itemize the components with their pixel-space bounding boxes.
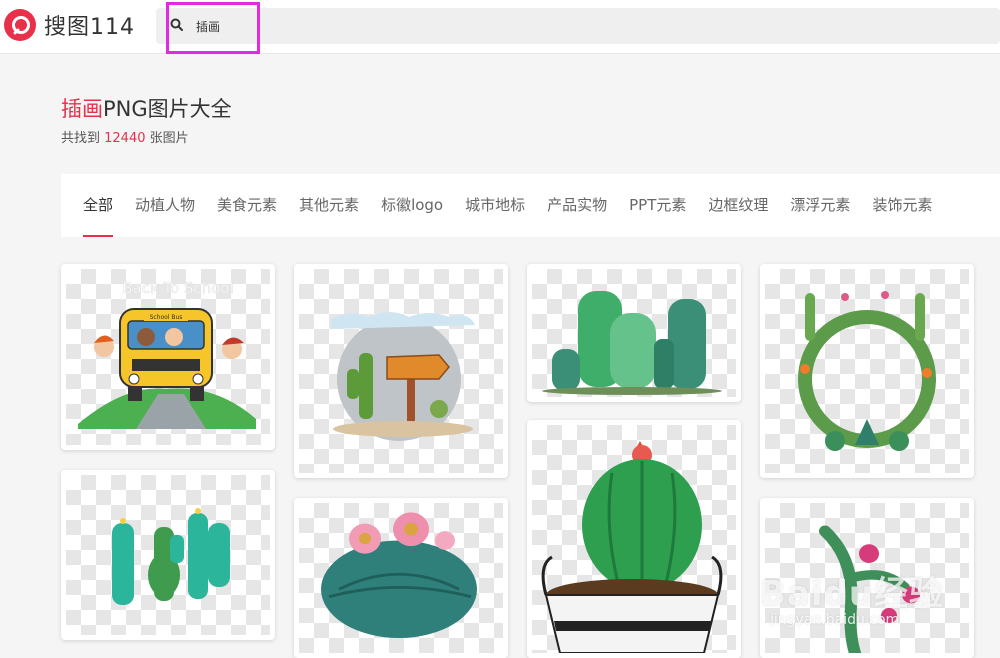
- baidu-watermark: Baidu经验: [760, 574, 945, 614]
- image-potted-cactus: [532, 425, 736, 653]
- image-card-cactus-wreath[interactable]: [760, 264, 974, 478]
- tab-all[interactable]: 全部: [83, 174, 114, 237]
- search-icon[interactable]: [170, 18, 183, 31]
- tab-ppt[interactable]: PPT元素: [629, 174, 686, 237]
- image-card-cactus-trio[interactable]: [61, 470, 275, 640]
- search-bar[interactable]: [156, 8, 1000, 44]
- result-count: 共找到 12440 张图片: [61, 127, 189, 146]
- image-card-school-bus[interactable]: Back To School School Bus: [61, 264, 275, 450]
- page-title: 插画PNG图片大全: [61, 93, 232, 123]
- title-keyword: 插画: [61, 97, 103, 121]
- image-card-flowering-barrel-cactus[interactable]: [294, 498, 508, 658]
- tab-landmarks[interactable]: 城市地标: [465, 174, 525, 237]
- category-tabs: 全部 动植人物 美食元素 其他元素 标徽logo 城市地标 产品实物 PPT元素…: [61, 174, 1000, 237]
- image-card-cactus-signpost[interactable]: [294, 264, 508, 478]
- tab-logo[interactable]: 标徽logo: [381, 174, 443, 237]
- count-suffix: 张图片: [145, 131, 189, 146]
- top-bar: 搜图114: [0, 0, 1000, 54]
- tab-plants-people[interactable]: 动植人物: [135, 174, 195, 237]
- count-value: 12440: [104, 131, 146, 146]
- image-cactus-signpost: [299, 269, 503, 473]
- count-prefix: 共找到: [61, 131, 105, 146]
- image-cactus-group: [532, 269, 736, 397]
- bus-caption: Back To School: [122, 279, 234, 297]
- logo-search-icon: [4, 9, 36, 41]
- tab-decor[interactable]: 装饰元素: [872, 174, 932, 237]
- logo-text: 搜图114: [44, 15, 135, 40]
- tab-food[interactable]: 美食元素: [217, 174, 277, 237]
- search-input[interactable]: [196, 16, 496, 36]
- baidu-watermark-url: jingyan.baidu.com: [770, 612, 900, 628]
- image-flowering-barrel-cactus: [299, 503, 503, 653]
- image-school-bus: Back To School School Bus: [66, 269, 270, 445]
- site-logo[interactable]: 搜图114: [4, 9, 135, 41]
- image-card-cactus-group[interactable]: [527, 264, 741, 402]
- tab-borders[interactable]: 边框纹理: [708, 174, 768, 237]
- image-cactus-trio: [66, 475, 270, 635]
- bus-sign: School Bus: [150, 314, 183, 321]
- tab-products[interactable]: 产品实物: [547, 174, 607, 237]
- image-cactus-wreath: [765, 269, 969, 473]
- image-card-potted-cactus[interactable]: [527, 420, 741, 658]
- tab-other[interactable]: 其他元素: [299, 174, 359, 237]
- title-rest: PNG图片大全: [103, 97, 232, 121]
- tab-floating[interactable]: 漂浮元素: [790, 174, 850, 237]
